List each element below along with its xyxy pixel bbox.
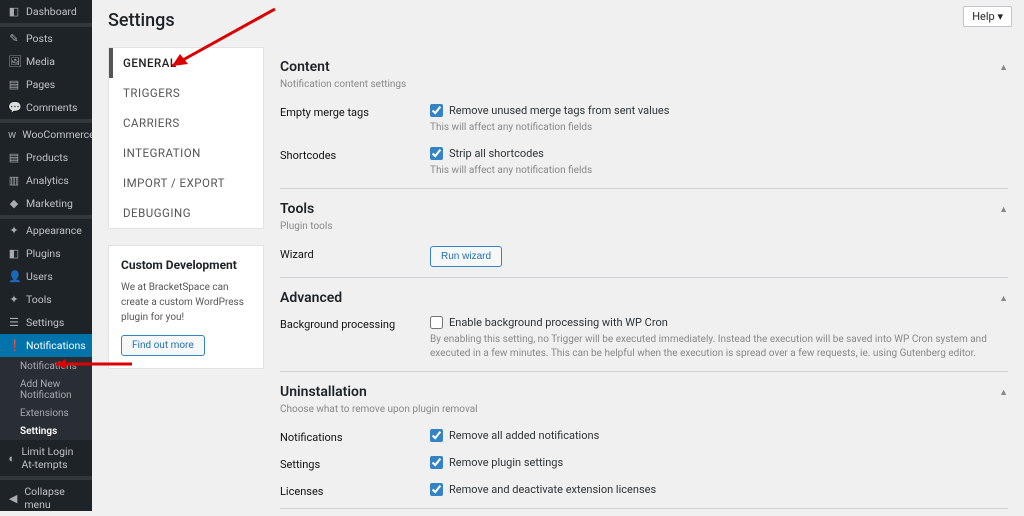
media-icon: 🖼	[8, 55, 20, 68]
section-content-sub: Notification content settings	[280, 79, 1008, 90]
uninstall-settings-label: Settings	[280, 456, 430, 471]
uninstall-settings-checkbox[interactable]: Remove plugin settings	[430, 456, 1008, 469]
menu-comments[interactable]: 💬Comments	[0, 96, 92, 119]
section-advanced-header[interactable]: Advanced▲	[280, 290, 1008, 306]
submenu-extensions[interactable]: Extensions	[0, 404, 92, 422]
collapse-icon: ▲	[999, 204, 1008, 215]
section-uninstall: Uninstallation▲ Choose what to remove up…	[280, 372, 1008, 509]
help-tab[interactable]: Help ▾	[963, 6, 1012, 27]
section-content-header[interactable]: Content▲	[280, 59, 1008, 75]
menu-notifications[interactable]: ❗Notifications	[0, 334, 92, 357]
plugins-icon: ◧	[8, 247, 20, 260]
empty-merge-label: Empty merge tags	[280, 104, 430, 119]
bg-processing-checkbox[interactable]: Enable background processing with WP Cro…	[430, 316, 1008, 329]
main-content: Help ▾ Settings General Triggers Carrier…	[92, 0, 1024, 511]
bg-processing-hint: By enabling this setting, no Trigger wil…	[430, 333, 1008, 361]
tab-integration[interactable]: Integration	[109, 138, 263, 168]
section-tools-header[interactable]: Tools▲	[280, 201, 1008, 217]
section-tools-sub: Plugin tools	[280, 221, 1008, 232]
tab-triggers[interactable]: Triggers	[109, 78, 263, 108]
menu-dashboard[interactable]: ◧Dashboard	[0, 0, 92, 23]
admin-sidebar: ◧Dashboard ✎Posts 🖼Media ▤Pages 💬Comment…	[0, 0, 92, 511]
uninstall-notifications-checkbox[interactable]: Remove all added notifications	[430, 429, 1008, 442]
menu-plugins[interactable]: ◧Plugins	[0, 242, 92, 265]
comment-icon: 💬	[8, 101, 20, 114]
products-icon: ▤	[8, 151, 20, 164]
section-advanced: Advanced▲ Background processing Enable b…	[280, 278, 1008, 372]
tab-debugging[interactable]: Debugging	[109, 198, 263, 228]
settings-tabs: General Triggers Carriers Integration Im…	[108, 47, 264, 229]
woocommerce-icon: w	[8, 128, 16, 141]
section-uninstall-sub: Choose what to remove upon plugin remova…	[280, 404, 1008, 415]
appearance-icon: ✦	[8, 224, 20, 237]
menu-users[interactable]: 👤Users	[0, 265, 92, 288]
notifications-icon: ❗	[8, 339, 20, 352]
menu-products[interactable]: ▤Products	[0, 146, 92, 169]
tab-general[interactable]: General	[109, 48, 263, 78]
page-title: Settings	[108, 10, 1008, 31]
collapse-icon: ▲	[999, 293, 1008, 304]
collapse-icon: ▲	[999, 62, 1008, 73]
submenu-notifications[interactable]: Notifications	[0, 357, 92, 375]
shortcodes-label: Shortcodes	[280, 147, 430, 162]
menu-marketing[interactable]: ◆Marketing	[0, 192, 92, 215]
run-wizard-button[interactable]: Run wizard	[430, 246, 502, 267]
uninstall-notifications-label: Notifications	[280, 429, 430, 444]
custom-dev-body: We at BracketSpace can create a custom W…	[121, 280, 251, 325]
tab-carriers[interactable]: Carriers	[109, 108, 263, 138]
menu-analytics[interactable]: ▥Analytics	[0, 169, 92, 192]
tab-import-export[interactable]: Import / Export	[109, 168, 263, 198]
section-uninstall-header[interactable]: Uninstallation▲	[280, 384, 1008, 400]
submenu-add-new-notification[interactable]: Add New Notification	[0, 375, 92, 404]
users-icon: 👤	[8, 270, 20, 283]
analytics-icon: ▥	[8, 174, 20, 187]
empty-merge-hint: This will affect any notification fields	[430, 121, 1008, 135]
uninstall-licenses-checkbox[interactable]: Remove and deactivate extension licenses	[430, 483, 1008, 496]
pin-icon: ✎	[8, 32, 20, 45]
section-content: Content▲ Notification content settings E…	[280, 47, 1008, 189]
menu-posts[interactable]: ✎Posts	[0, 27, 92, 50]
menu-media[interactable]: 🖼Media	[0, 50, 92, 73]
submenu-settings[interactable]: Settings	[0, 422, 92, 440]
menu-tools[interactable]: ✦Tools	[0, 288, 92, 311]
menu-appearance[interactable]: ✦Appearance	[0, 219, 92, 242]
empty-merge-checkbox[interactable]: Remove unused merge tags from sent value…	[430, 104, 1008, 117]
menu-settings[interactable]: ☰Settings	[0, 311, 92, 334]
menu-woocommerce[interactable]: wWooCommerce	[0, 123, 92, 146]
dashboard-icon: ◧	[8, 5, 20, 18]
collapse-icon: ▲	[999, 387, 1008, 398]
uninstall-licenses-label: Licenses	[280, 483, 430, 498]
marketing-icon: ◆	[8, 197, 20, 210]
wizard-label: Wizard	[280, 246, 430, 261]
menu-pages[interactable]: ▤Pages	[0, 73, 92, 96]
shortcodes-checkbox[interactable]: Strip all shortcodes	[430, 147, 1008, 160]
settings-icon: ☰	[8, 316, 20, 329]
section-tools: Tools▲ Plugin tools Wizard Run wizard	[280, 189, 1008, 278]
shortcodes-hint: This will affect any notification fields	[430, 164, 1008, 178]
lock-icon: ◐	[8, 452, 15, 465]
tools-icon: ✦	[8, 293, 20, 306]
custom-dev-card: Custom Development We at BracketSpace ca…	[108, 245, 264, 369]
page-icon: ▤	[8, 78, 20, 91]
menu-limit-login[interactable]: ◐Limit Login At‑tempts	[0, 440, 92, 476]
collapse-icon: ◀	[8, 492, 18, 505]
custom-dev-link[interactable]: Find out more	[121, 335, 205, 356]
bg-processing-label: Background processing	[280, 316, 430, 331]
custom-dev-title: Custom Development	[121, 258, 251, 272]
